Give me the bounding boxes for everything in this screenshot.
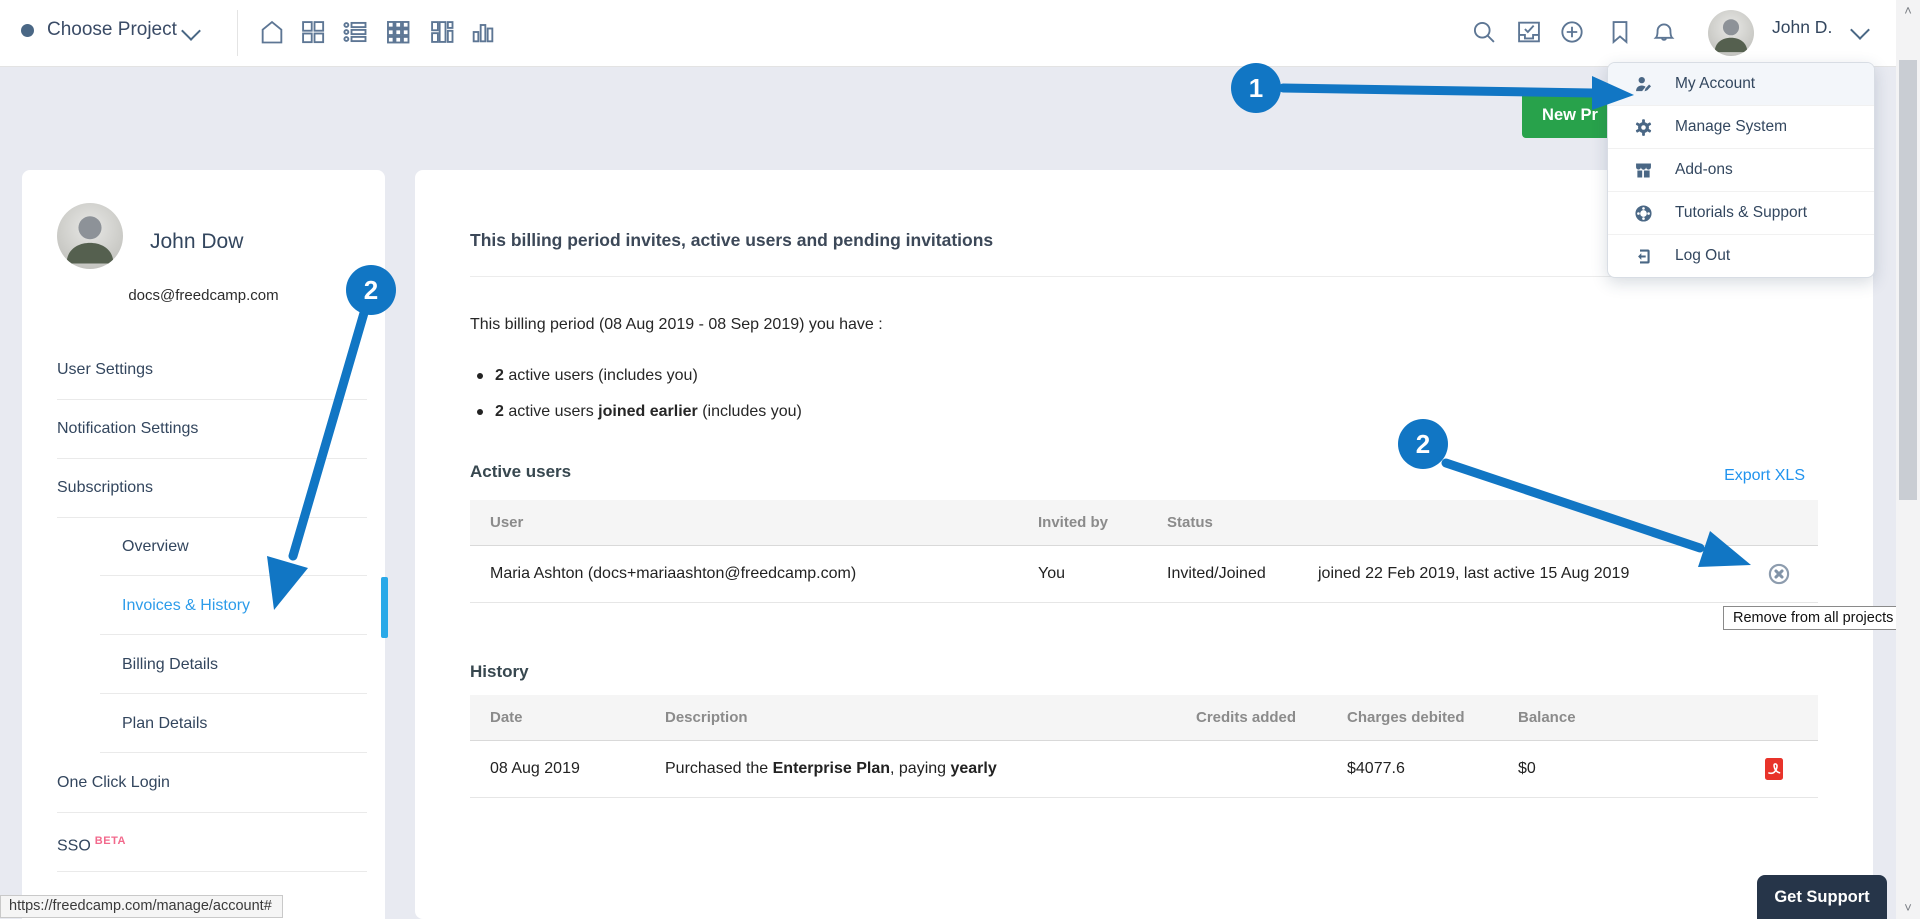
- menu-item-my-account[interactable]: My Account: [1608, 63, 1874, 106]
- sidebar-item-subscriptions[interactable]: Subscriptions: [57, 458, 367, 518]
- sidebar-item-user-settings[interactable]: User Settings: [57, 340, 367, 400]
- page-scrollbar[interactable]: ˄ ˅: [1896, 0, 1920, 919]
- browser-status-url: https://freedcamp.com/manage/account#: [0, 895, 283, 918]
- sidebar-item-one-click-login[interactable]: One Click Login: [57, 753, 367, 813]
- cell-date: 08 Aug 2019: [470, 741, 645, 798]
- sidebar-item-invoices-history[interactable]: Invoices & History: [100, 576, 367, 635]
- col-invited-by: Invited by: [1018, 500, 1147, 546]
- col-credits-added: Credits added: [1176, 695, 1327, 741]
- gear-icon: [1633, 117, 1654, 138]
- help-ring-icon: [1633, 203, 1654, 224]
- export-xls-link[interactable]: Export XLS: [1724, 467, 1805, 485]
- table-header-row: Date Description Credits added Charges d…: [470, 695, 1818, 741]
- sidebar-item-plan-details[interactable]: Plan Details: [100, 694, 367, 753]
- history-title: History: [470, 662, 529, 682]
- cell-charges: $4077.6: [1327, 741, 1498, 798]
- remove-user-icon[interactable]: [1766, 561, 1792, 587]
- col-date: Date: [470, 695, 645, 741]
- cell-description: Purchased the Enterprise Plan, paying ye…: [645, 741, 1176, 798]
- list-view-icon[interactable]: [339, 16, 371, 48]
- invoice-pdf-icon[interactable]: [1764, 757, 1784, 781]
- active-item-indicator: [381, 577, 388, 638]
- store-icon: [1633, 160, 1654, 181]
- project-color-dot: [21, 24, 34, 37]
- tasks-inbox-icon[interactable]: [1513, 16, 1545, 48]
- menu-item-manage-system[interactable]: Manage System: [1608, 106, 1874, 149]
- sidebar-user-email: docs@freedcamp.com: [22, 287, 385, 304]
- account-sidebar: John Dow docs@freedcamp.com User Setting…: [22, 170, 385, 919]
- notifications-bell-icon[interactable]: [1648, 16, 1680, 48]
- header-divider: [237, 10, 238, 56]
- chevron-down-icon: [181, 21, 201, 41]
- sidebar-item-overview[interactable]: Overview: [100, 517, 367, 576]
- user-menu-chevron-icon[interactable]: [1850, 20, 1870, 40]
- cell-balance: $0: [1498, 741, 1730, 798]
- active-users-title: Active users: [470, 462, 571, 482]
- table-header-row: User Invited by Status: [470, 500, 1818, 546]
- user-dropdown-menu: My Account Manage System Add-ons Tutoria…: [1607, 62, 1875, 278]
- home-icon[interactable]: [256, 16, 288, 48]
- menu-item-add-ons[interactable]: Add-ons: [1608, 149, 1874, 192]
- scroll-down-icon[interactable]: ˅: [1901, 901, 1915, 915]
- sidebar-user-name: John Dow: [150, 230, 243, 254]
- user-name[interactable]: John D.: [1772, 17, 1832, 38]
- bullet-dot: [477, 373, 483, 379]
- new-project-button[interactable]: New Pr: [1522, 92, 1618, 138]
- logout-icon: [1633, 246, 1654, 267]
- menu-item-tutorials-support[interactable]: Tutorials & Support: [1608, 192, 1874, 235]
- sidebar-avatar: [57, 203, 123, 269]
- history-row: 08 Aug 2019 Purchased the Enterprise Pla…: [470, 741, 1818, 798]
- sidebar-item-billing-details[interactable]: Billing Details: [100, 635, 367, 694]
- user-avatar[interactable]: [1708, 10, 1754, 56]
- cell-invited-by: You: [1018, 546, 1147, 603]
- col-balance: Balance: [1498, 695, 1730, 741]
- project-selector-label[interactable]: Choose Project: [47, 19, 177, 41]
- billing-period-line: This billing period (08 Aug 2019 - 08 Se…: [470, 316, 883, 334]
- kanban-view-icon[interactable]: [426, 16, 458, 48]
- sidebar-item-notification-settings[interactable]: Notification Settings: [57, 399, 367, 459]
- col-description: Description: [645, 695, 1176, 741]
- cell-status: Invited/Joined: [1147, 546, 1298, 603]
- sidebar-item-sso[interactable]: SSOBETA: [57, 812, 367, 872]
- col-charges-debited: Charges debited: [1327, 695, 1498, 741]
- col-status: Status: [1147, 500, 1298, 546]
- remove-tooltip: Remove from all projects: [1723, 606, 1903, 630]
- scrollbar-thumb[interactable]: [1899, 60, 1917, 500]
- annotation-badge-1: 1: [1231, 63, 1281, 113]
- bullet-active-users: 2 active users (includes you): [477, 367, 698, 385]
- scroll-up-icon[interactable]: ˄: [1901, 4, 1915, 18]
- col-user: User: [470, 500, 1018, 546]
- search-icon[interactable]: [1468, 16, 1500, 48]
- cell-user: Maria Ashton (docs+mariaashton@freedcamp…: [470, 546, 1018, 603]
- bookmark-icon[interactable]: [1604, 16, 1636, 48]
- history-table: Date Description Credits added Charges d…: [470, 695, 1818, 798]
- page-title: This billing period invites, active user…: [470, 230, 993, 251]
- cell-activity: joined 22 Feb 2019, last active 15 Aug 2…: [1298, 546, 1740, 603]
- menu-item-log-out[interactable]: Log Out: [1608, 235, 1874, 277]
- active-user-row: Maria Ashton (docs+mariaashton@freedcamp…: [470, 546, 1818, 603]
- get-support-button[interactable]: Get Support: [1757, 875, 1887, 919]
- chart-view-icon[interactable]: [467, 16, 499, 48]
- person-edit-icon: [1633, 74, 1654, 95]
- freedcamp-app: Choose Project John D.: [0, 0, 1920, 919]
- cell-credits: [1176, 741, 1327, 798]
- beta-badge: BETA: [95, 835, 126, 847]
- board-view-icon[interactable]: [297, 16, 329, 48]
- bullet-joined-earlier: 2 active users joined earlier (includes …: [477, 403, 802, 421]
- billing-main-panel: This billing period invites, active user…: [415, 170, 1873, 919]
- bullet-dot: [477, 409, 483, 415]
- top-header-bar: Choose Project John D.: [0, 0, 1920, 67]
- quick-add-icon[interactable]: [1556, 16, 1588, 48]
- active-users-table: User Invited by Status Maria Ashton (doc…: [470, 500, 1818, 603]
- grid-view-icon[interactable]: [382, 16, 414, 48]
